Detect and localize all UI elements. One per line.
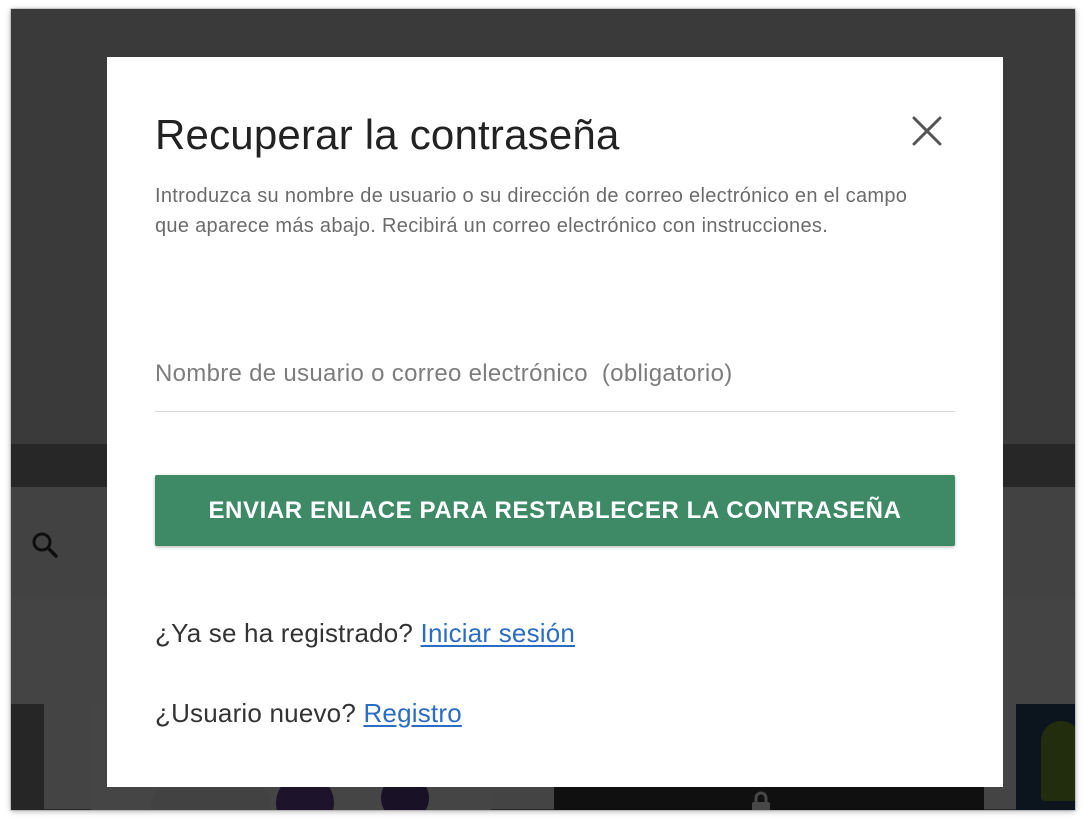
username-field	[155, 349, 955, 412]
register-prompt-text: ¿Usuario nuevo?	[155, 698, 356, 728]
dialog-title: Recuperar la contraseña	[155, 111, 620, 158]
send-reset-link-button[interactable]: ENVIAR ENLACE PARA RESTABLECER LA CONTRA…	[155, 475, 955, 546]
login-link[interactable]: Iniciar sesión	[421, 618, 576, 648]
login-prompt-row: ¿Ya se ha registrado? Iniciar sesión	[155, 618, 575, 649]
browser-window: Recuperar la contraseña Introduzca su no…	[11, 9, 1075, 810]
dialog-description: Introduzca su nombre de usuario o su dir…	[155, 185, 908, 237]
register-prompt-row: ¿Usuario nuevo? Registro	[155, 698, 462, 729]
password-recovery-dialog: Recuperar la contraseña Introduzca su no…	[107, 57, 1003, 787]
close-icon	[912, 116, 942, 146]
login-prompt-text: ¿Ya se ha registrado?	[155, 618, 414, 648]
close-button[interactable]	[905, 109, 949, 153]
register-link[interactable]: Registro	[363, 698, 461, 728]
username-input[interactable]	[155, 349, 955, 399]
